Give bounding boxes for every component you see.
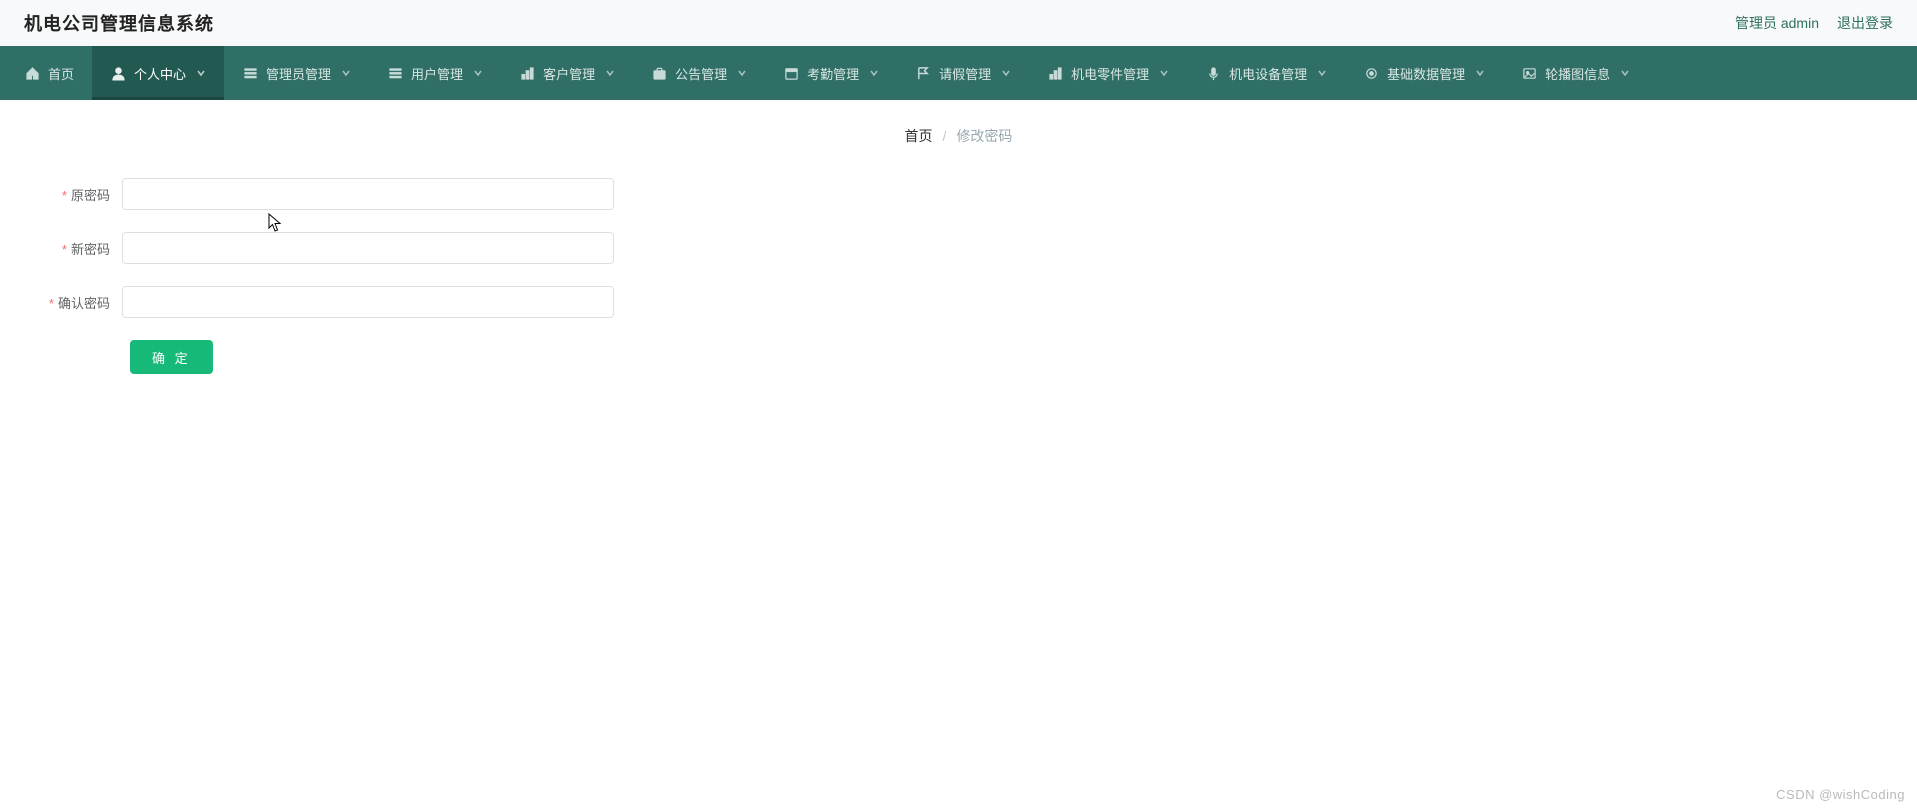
logout-link[interactable]: 退出登录 xyxy=(1837,13,1893,33)
old-password-label: *原密码 xyxy=(30,185,122,204)
form-row-new-password: *新密码 xyxy=(30,232,1887,264)
form-row-old-password: *原密码 xyxy=(30,178,1887,210)
flag-icon xyxy=(915,65,931,81)
chevron-down-icon xyxy=(605,68,615,78)
calendar-icon xyxy=(783,65,799,81)
chevron-down-icon xyxy=(869,68,879,78)
chart-icon xyxy=(1047,65,1063,81)
nav-item-label: 请假管理 xyxy=(939,64,991,83)
nav-item-label: 机电零件管理 xyxy=(1071,64,1149,83)
nav-item-6[interactable]: 考勤管理 xyxy=(765,46,897,100)
list-icon xyxy=(387,65,403,81)
watermark: CSDN @wishCoding xyxy=(1776,787,1905,802)
nav-item-10[interactable]: 基础数据管理 xyxy=(1345,46,1503,100)
breadcrumb-home[interactable]: 首页 xyxy=(905,126,933,146)
breadcrumb-sep: / xyxy=(943,128,947,144)
navbar: 首页 个人中心 管理员管理 用户管理 客户管理 公告管理 考勤管理 请假管理 机电零件管理 机电设… xyxy=(0,46,1917,100)
chevron-down-icon xyxy=(1159,68,1169,78)
new-password-label: *新密码 xyxy=(30,239,122,258)
nav-item-5[interactable]: 公告管理 xyxy=(633,46,765,100)
nav-item-label: 公告管理 xyxy=(675,64,727,83)
nav-item-label: 轮播图信息 xyxy=(1545,64,1610,83)
nav-item-7[interactable]: 请假管理 xyxy=(897,46,1029,100)
chart-icon xyxy=(519,65,535,81)
nav-item-0[interactable]: 首页 xyxy=(6,46,92,100)
briefcase-icon xyxy=(651,65,667,81)
nav-item-label: 用户管理 xyxy=(411,64,463,83)
breadcrumb: 首页 / 修改密码 xyxy=(0,100,1917,168)
gear-icon xyxy=(1363,65,1379,81)
mic-icon xyxy=(1205,65,1221,81)
nav-item-3[interactable]: 用户管理 xyxy=(369,46,501,100)
nav-item-label: 首页 xyxy=(48,64,74,83)
confirm-password-input[interactable] xyxy=(122,286,614,318)
home-icon xyxy=(24,65,40,81)
nav-item-label: 管理员管理 xyxy=(266,64,331,83)
nav-item-label: 客户管理 xyxy=(543,64,595,83)
chevron-down-icon xyxy=(473,68,483,78)
nav-item-label: 考勤管理 xyxy=(807,64,859,83)
breadcrumb-current: 修改密码 xyxy=(956,126,1012,146)
list-icon xyxy=(242,65,258,81)
nav-item-11[interactable]: 轮播图信息 xyxy=(1503,46,1648,100)
confirm-password-label: *确认密码 xyxy=(30,293,122,312)
nav-item-label: 基础数据管理 xyxy=(1387,64,1465,83)
topbar-right: 管理员 admin 退出登录 xyxy=(1735,13,1893,33)
chevron-down-icon xyxy=(1001,68,1011,78)
nav-item-2[interactable]: 管理员管理 xyxy=(224,46,369,100)
new-password-input[interactable] xyxy=(122,232,614,264)
nav-item-label: 机电设备管理 xyxy=(1229,64,1307,83)
image-icon xyxy=(1521,65,1537,81)
form-row-confirm-password: *确认密码 xyxy=(30,286,1887,318)
chevron-down-icon xyxy=(1620,68,1630,78)
form-actions: 确 定 xyxy=(30,340,1887,374)
chevron-down-icon xyxy=(1317,68,1327,78)
topbar: 机电公司管理信息系统 管理员 admin 退出登录 xyxy=(0,0,1917,46)
admin-label[interactable]: 管理员 admin xyxy=(1735,13,1819,33)
chevron-down-icon xyxy=(341,68,351,78)
app-title: 机电公司管理信息系统 xyxy=(24,10,214,36)
chevron-down-icon xyxy=(1475,68,1485,78)
chevron-down-icon xyxy=(737,68,747,78)
nav-item-9[interactable]: 机电设备管理 xyxy=(1187,46,1345,100)
nav-item-label: 个人中心 xyxy=(134,64,186,83)
nav-item-1[interactable]: 个人中心 xyxy=(92,46,224,100)
user-icon xyxy=(110,65,126,81)
nav-item-8[interactable]: 机电零件管理 xyxy=(1029,46,1187,100)
nav-item-4[interactable]: 客户管理 xyxy=(501,46,633,100)
submit-button[interactable]: 确 定 xyxy=(130,340,213,374)
old-password-input[interactable] xyxy=(122,178,614,210)
change-password-form: *原密码 *新密码 *确认密码 确 定 xyxy=(0,168,1917,384)
chevron-down-icon xyxy=(196,68,206,78)
